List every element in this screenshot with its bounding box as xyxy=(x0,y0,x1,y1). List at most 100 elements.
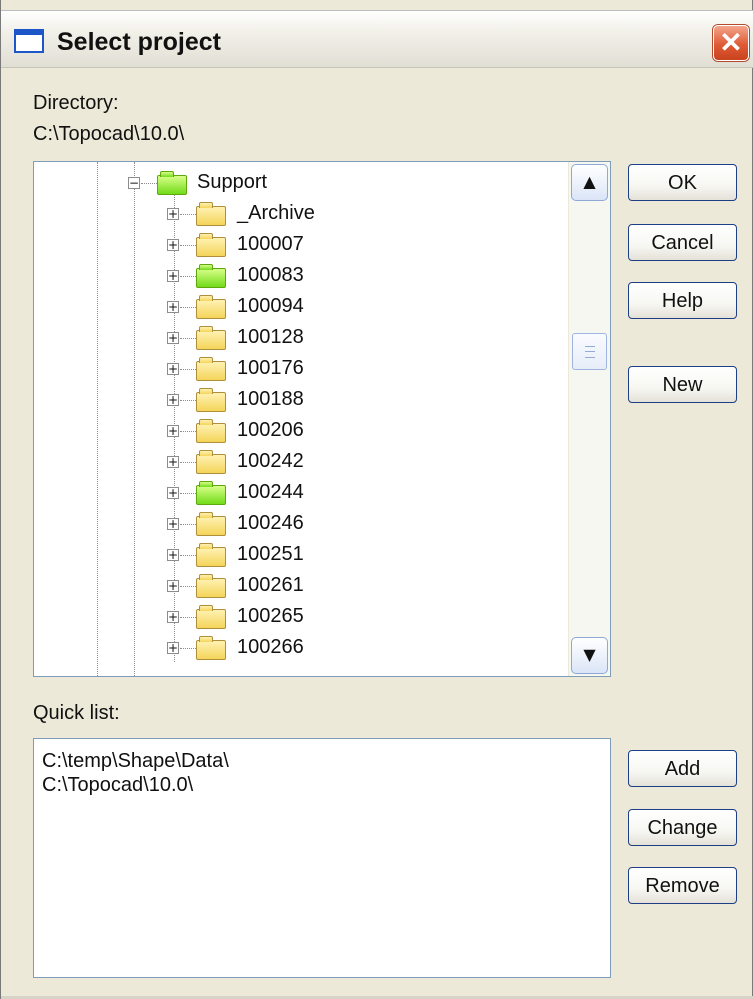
close-icon: ✕ xyxy=(719,27,743,58)
tree-item-100266[interactable]: + 100266 xyxy=(34,632,570,662)
tree-connector xyxy=(180,648,196,649)
tree-item-100246[interactable]: + 100246 xyxy=(34,508,570,538)
tree-connector xyxy=(180,462,196,463)
tree-item-label: 100007 xyxy=(237,233,304,255)
tree-connector xyxy=(180,245,196,246)
scroll-down-button[interactable]: ▼ xyxy=(571,637,608,674)
tree-connector xyxy=(180,586,196,587)
tree-item-label: 100246 xyxy=(237,512,304,534)
plus-box-icon[interactable]: + xyxy=(167,270,179,282)
tree-item-label: 100206 xyxy=(237,419,304,441)
project-tree[interactable]: − Support + _Archive + 100007 + 100083 + xyxy=(33,161,611,677)
tree-connector xyxy=(180,431,196,432)
tree-connector xyxy=(180,369,196,370)
tree-item-label: 100266 xyxy=(237,636,304,658)
plus-box-icon[interactable]: + xyxy=(167,394,179,406)
folder-icon xyxy=(196,264,226,288)
tree-connector xyxy=(180,524,196,525)
folder-icon xyxy=(196,543,226,567)
window-icon xyxy=(14,29,44,53)
tree-item-label: 100094 xyxy=(237,295,304,317)
plus-box-icon[interactable]: + xyxy=(167,611,179,623)
plus-box-icon[interactable]: + xyxy=(167,580,179,592)
plus-box-icon[interactable]: + xyxy=(167,363,179,375)
close-button[interactable]: ✕ xyxy=(713,25,749,61)
tree-item-100188[interactable]: + 100188 xyxy=(34,384,570,414)
scroll-thumb[interactable] xyxy=(572,333,607,370)
folder-icon xyxy=(196,481,226,505)
plus-box-icon[interactable]: + xyxy=(167,239,179,251)
tree-item-100007[interactable]: + 100007 xyxy=(34,229,570,259)
new-button[interactable]: New xyxy=(628,366,737,403)
title-bar: Select project ✕ xyxy=(1,10,753,68)
tree-item-support[interactable]: − Support xyxy=(34,167,570,197)
folder-icon xyxy=(196,388,226,412)
plus-box-icon[interactable]: + xyxy=(167,456,179,468)
cancel-button[interactable]: Cancel xyxy=(628,224,737,261)
folder-icon xyxy=(196,326,226,350)
tree-item-label: Support xyxy=(197,171,268,193)
quick-list-item[interactable]: C:\temp\Shape\Data\ xyxy=(42,749,229,773)
directory-path: C:\Topocad\10.0\ xyxy=(33,123,185,145)
tree-item-label: 100128 xyxy=(237,326,304,348)
plus-box-icon[interactable]: + xyxy=(167,208,179,220)
tree-item-100261[interactable]: + 100261 xyxy=(34,570,570,600)
folder-icon xyxy=(196,233,226,257)
tree-item-label: 100251 xyxy=(237,543,304,565)
plus-box-icon[interactable]: + xyxy=(167,518,179,530)
folder-icon xyxy=(196,357,226,381)
quick-list-item[interactable]: C:\Topocad\10.0\ xyxy=(42,773,193,797)
chevron-down-icon: ▼ xyxy=(583,645,596,664)
tree-item-100083[interactable]: + 100083 xyxy=(34,260,570,290)
ok-button[interactable]: OK xyxy=(628,164,737,201)
add-button[interactable]: Add xyxy=(628,750,737,787)
plus-box-icon[interactable]: + xyxy=(167,301,179,313)
tree-item-100244[interactable]: + 100244 xyxy=(34,477,570,507)
tree-connector xyxy=(180,493,196,494)
tree-item-label: 100188 xyxy=(237,388,304,410)
tree-item-label: 100176 xyxy=(237,357,304,379)
quick-list-label: Quick list: xyxy=(33,702,120,724)
tree-connector xyxy=(141,183,157,184)
tree-item-100128[interactable]: + 100128 xyxy=(34,322,570,352)
tree-item-100176[interactable]: + 100176 xyxy=(34,353,570,383)
scroll-grip-icon xyxy=(585,346,595,358)
plus-box-icon[interactable]: + xyxy=(167,487,179,499)
plus-box-icon[interactable]: + xyxy=(167,425,179,437)
scroll-up-button[interactable]: ▲ xyxy=(571,164,608,201)
tree-item-archive[interactable]: + _Archive xyxy=(34,198,570,228)
folder-icon xyxy=(196,419,226,443)
tree-item-100251[interactable]: + 100251 xyxy=(34,539,570,569)
folder-icon xyxy=(196,450,226,474)
folder-icon xyxy=(196,202,226,226)
tree-connector xyxy=(180,338,196,339)
tree-item-label: 100083 xyxy=(237,264,304,286)
plus-box-icon[interactable]: + xyxy=(167,332,179,344)
help-button[interactable]: Help xyxy=(628,282,737,319)
quick-list[interactable]: C:\temp\Shape\Data\ C:\Topocad\10.0\ xyxy=(33,738,611,978)
folder-icon xyxy=(196,636,226,660)
change-button[interactable]: Change xyxy=(628,809,737,846)
tree-connector xyxy=(180,307,196,308)
tree-vertical-scrollbar[interactable]: ▲ ▼ xyxy=(568,162,610,676)
tree-item-100206[interactable]: + 100206 xyxy=(34,415,570,445)
tree-item-100094[interactable]: + 100094 xyxy=(34,291,570,321)
tree-connector xyxy=(180,214,196,215)
tree-item-label: 100244 xyxy=(237,481,304,503)
tree-connector xyxy=(180,400,196,401)
folder-icon xyxy=(196,574,226,598)
minus-box-icon[interactable]: − xyxy=(128,177,140,189)
tree-item-100242[interactable]: + 100242 xyxy=(34,446,570,476)
folder-icon xyxy=(196,605,226,629)
tree-item-label: 100265 xyxy=(237,605,304,627)
tree-connector xyxy=(180,276,196,277)
tree-connector xyxy=(180,555,196,556)
folder-icon xyxy=(196,295,226,319)
plus-box-icon[interactable]: + xyxy=(167,549,179,561)
tree-item-100265[interactable]: + 100265 xyxy=(34,601,570,631)
plus-box-icon[interactable]: + xyxy=(167,642,179,654)
tree-item-label: 100261 xyxy=(237,574,304,596)
directory-label: Directory: xyxy=(33,92,119,114)
tree-item-label: _Archive xyxy=(237,202,315,224)
remove-button[interactable]: Remove xyxy=(628,867,737,904)
